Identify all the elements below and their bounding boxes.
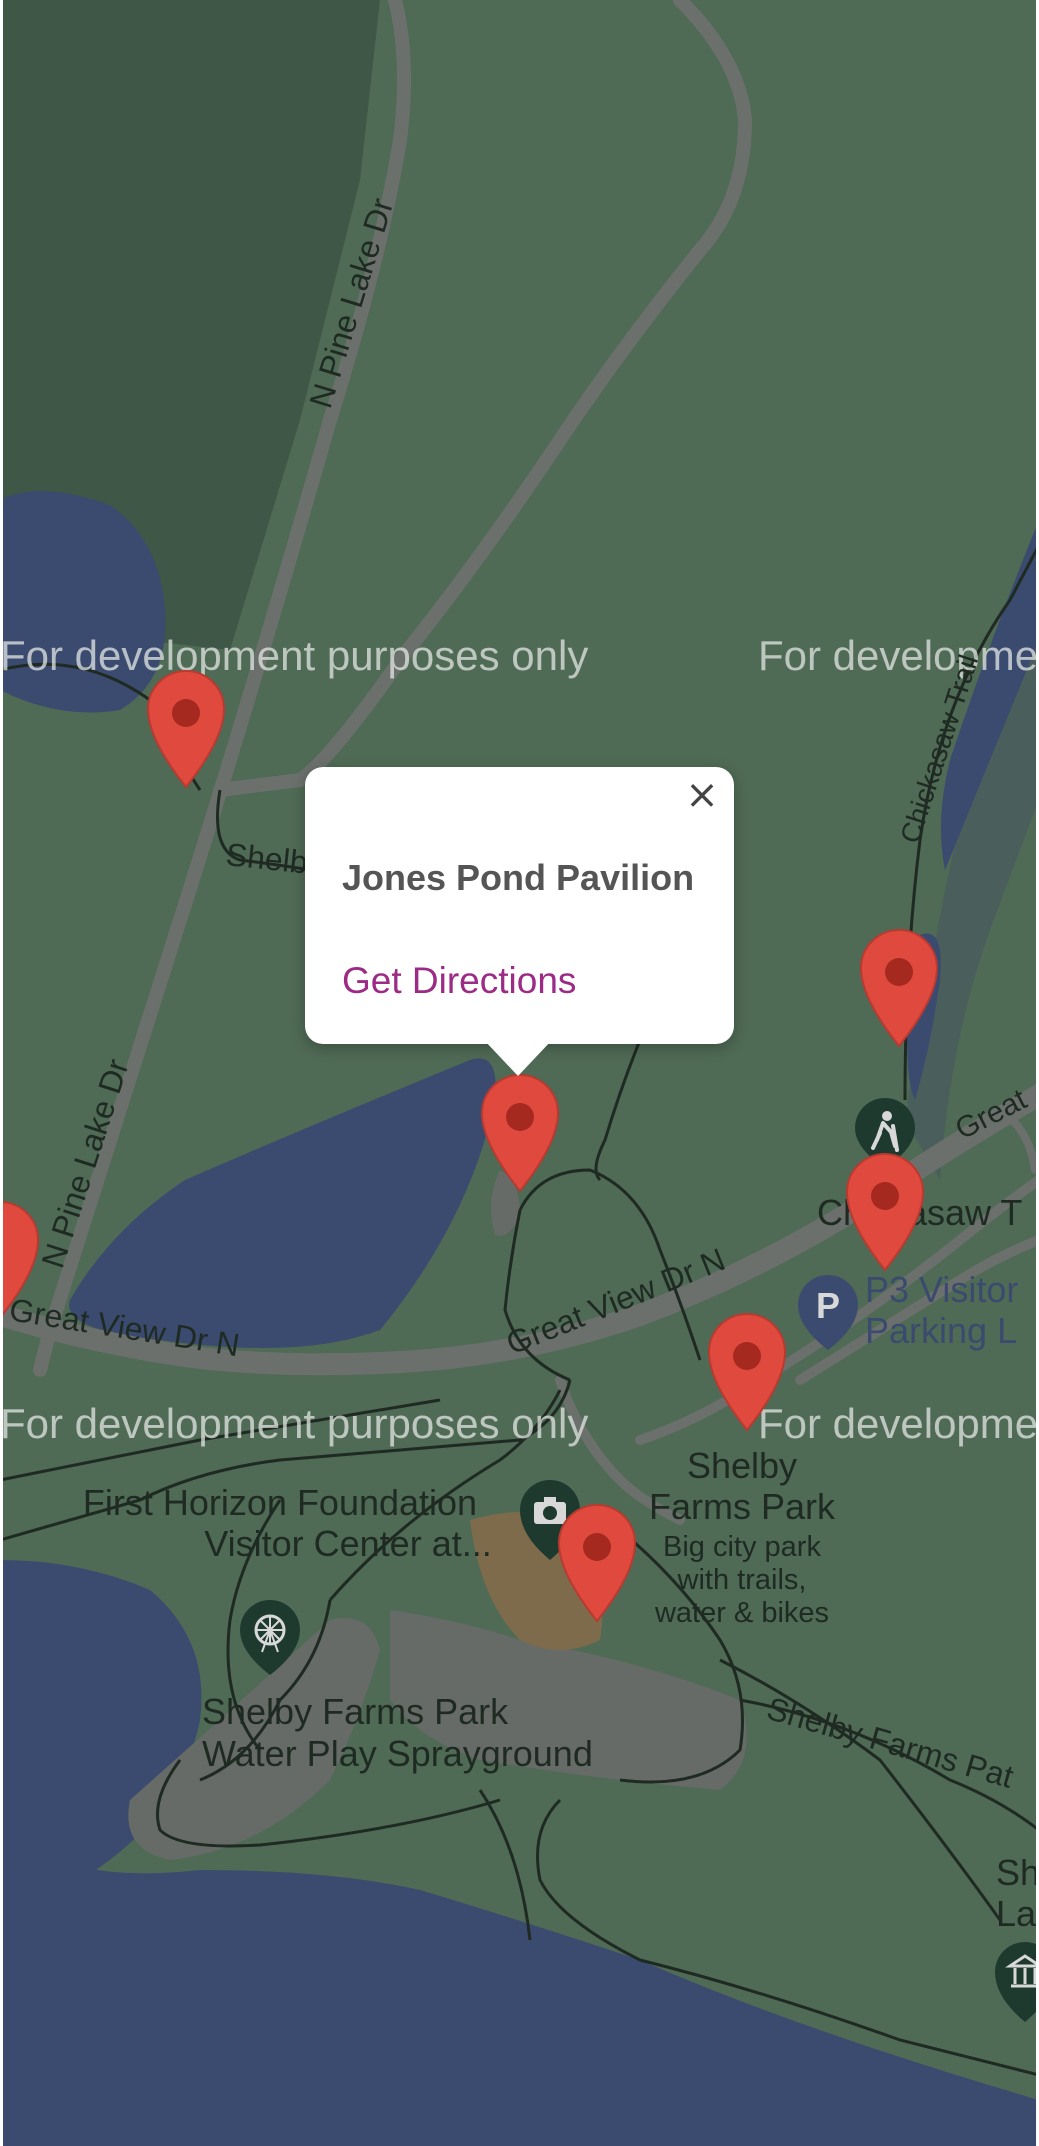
place-desc-shelby-farms-1: Big city park [663, 1531, 821, 1563]
info-window: × Jones Pond Pavilion Get Directions [305, 767, 734, 1044]
info-window-tail [484, 1040, 552, 1076]
place-label-p3-line2: Parking L [865, 1310, 1017, 1351]
place-label-shelby-farms-line1: Shelby [687, 1445, 797, 1486]
watermark-1: For development purposes only [0, 632, 588, 679]
left-edge-line [0, 0, 3, 2146]
place-label-first-horizon-line2: Visitor Center at... [204, 1523, 491, 1564]
watermark-3: For development purposes only [0, 1400, 588, 1447]
info-window-title: Jones Pond Pavilion [342, 857, 695, 898]
place-label-first-horizon-line1: First Horizon Foundation [83, 1482, 477, 1523]
place-label-shelby-farms-line2: Farms Park [649, 1486, 836, 1527]
place-label-shel-partial: Shel [996, 1852, 1039, 1893]
place-desc-shelby-farms-3: water & bikes [654, 1597, 829, 1629]
place-label-p3-line1: P3 Visitor [865, 1269, 1018, 1310]
svg-text:P: P [816, 1285, 840, 1326]
place-desc-shelby-farms-2: with trails, [677, 1564, 807, 1596]
place-label-sprayground-line1: Shelby Farms Park [202, 1691, 509, 1732]
close-icon[interactable]: × [680, 773, 724, 817]
place-label-sprayground-line2: Water Play Sprayground [202, 1733, 593, 1774]
watermark-4: For development purposes only [758, 1400, 1039, 1447]
place-label-law-partial: Law [996, 1893, 1039, 1934]
get-directions-link[interactable]: Get Directions [342, 960, 576, 1002]
watermark-2: For development purposes only [758, 632, 1039, 679]
